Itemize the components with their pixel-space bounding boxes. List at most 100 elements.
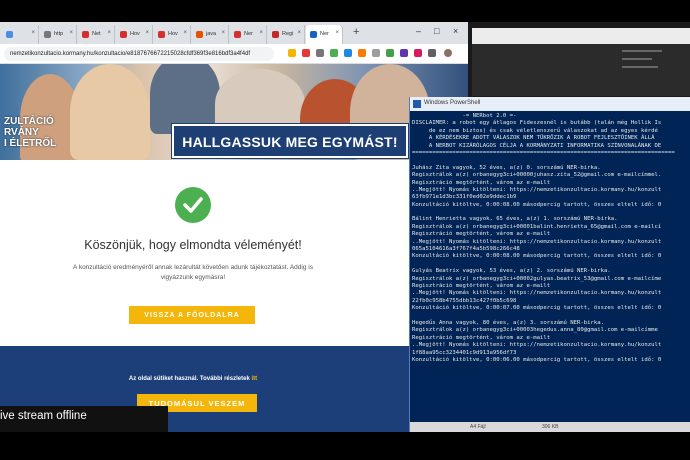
powershell-icon [413, 100, 421, 108]
console-line: ..Megjött! Nyomás kitölteni: https://nem… [412, 342, 662, 349]
extension-icon[interactable] [316, 49, 324, 57]
tab-favicon-icon [158, 31, 165, 38]
bottom-letterbox [0, 432, 690, 460]
hero-banner: HALLGASSUK MEG EGYMÁST! [171, 123, 409, 159]
info-text: A konzultáció eredményéről annak lezárul… [73, 264, 313, 281]
browser-tab[interactable]: × [2, 25, 39, 44]
tab-favicon-icon [234, 31, 241, 38]
back-to-home-button[interactable]: VISSZA A FŐOLDALRA [129, 306, 255, 324]
powershell-titlebar[interactable]: Windows PowerShell [410, 97, 690, 111]
browser-tab[interactable]: Ner × [230, 25, 267, 44]
console-line: A KÉRDÉSEKRE ADOTT VÁLASZOK NEM TÜKRÖZIK… [412, 135, 655, 142]
address-bar: nemzetikonzultacio.kormany.hu/konzultaci… [0, 44, 468, 64]
console-line: ========================================… [412, 149, 675, 156]
tab-favicon-icon [44, 31, 51, 38]
tab-favicon-icon [272, 31, 279, 38]
hero-text-line: RVÁNY [4, 127, 39, 138]
extension-icon[interactable] [344, 49, 352, 57]
extension-icon[interactable] [414, 49, 422, 57]
console-line: Regisztrálok a(z) orbanegyg3ci+00003hege… [412, 327, 658, 334]
extension-icon[interactable] [400, 49, 408, 57]
console-line: Regisztráció megtörtént, várom az e-mail… [412, 231, 551, 238]
background-line [622, 50, 662, 52]
background-window-panel [472, 44, 690, 96]
tab-close-icon[interactable]: × [31, 30, 35, 36]
tab-label: Ner [320, 31, 329, 37]
bookmark-star-icon[interactable] [288, 49, 296, 57]
tab-close-icon[interactable]: × [335, 30, 339, 36]
screen: × http × Net × Hov × Hov × java × Ner × Regi × Ner × + –… [0, 0, 690, 460]
extension-icon[interactable] [372, 49, 380, 57]
tab-close-icon[interactable]: × [145, 30, 149, 36]
web-page: ZULTÁCIÓ RVÁNY I ÉLETRŐL HALLGASSUK MEG … [0, 64, 468, 432]
profile-avatar[interactable] [444, 49, 452, 57]
cookie-message: Az oldal sütiket használ. További részle… [128, 376, 252, 382]
console-line: Regisztrálok a(z) orbanegyg3ci+00002guly… [412, 275, 662, 282]
tab-label: Net [92, 31, 101, 37]
tab-label: http [54, 31, 64, 37]
minimize-button[interactable]: – [416, 26, 421, 36]
stream-status-text: ive stream offline [0, 410, 87, 422]
confirmation-section: Köszönjük, hogy elmondta véleményét! A k… [0, 160, 468, 346]
hero-text-line: I ÉLETRŐL [4, 138, 57, 149]
url-input[interactable]: nemzetikonzultacio.kormany.hu/konzultaci… [4, 47, 274, 61]
background-window-titlebar [472, 28, 690, 44]
console-line: Konzultáció kitöltve, 0:00:08.00 másodpe… [412, 253, 662, 260]
hero-person [70, 64, 150, 160]
console-line: ..Megjött! Nyomás kitölteni: https://nem… [412, 238, 662, 245]
new-tab-button[interactable]: + [353, 26, 359, 38]
extension-icon[interactable] [302, 49, 310, 57]
tab-bar: × http × Net × Hov × Hov × java × Ner × Regi × Ner × + –… [0, 22, 468, 44]
console-line: Regisztrálok a(z) orbanegyg3ci+00000juha… [412, 172, 662, 179]
console-line: Regisztráció megtörtént, várom az e-mail… [412, 179, 551, 186]
tab-close-icon[interactable]: × [69, 30, 73, 36]
browser-tab[interactable]: Hov × [154, 25, 191, 44]
console-line: Konzultáció kitöltve, 0:00:07.00 másodpe… [412, 305, 662, 312]
console-line: Gulyás Beatrix vagyok, 53 éves, a(z) 2. … [412, 268, 611, 275]
hero-left-text: ZULTÁCIÓ RVÁNY I ÉLETRŐL [4, 116, 56, 149]
extension-icon[interactable] [386, 49, 394, 57]
console-line: ..Megjött! Nyomás kitölteni: https://nem… [412, 290, 662, 297]
tab-close-icon[interactable]: × [297, 30, 301, 36]
extension-icon[interactable] [358, 49, 366, 57]
tab-favicon-icon [82, 31, 89, 38]
browser-tab[interactable]: Regi × [268, 25, 305, 44]
maximize-button[interactable]: □ [434, 26, 439, 36]
extension-icon[interactable] [330, 49, 338, 57]
tab-label: Ner [244, 31, 253, 37]
hero-text-line: ZULTÁCIÓ [4, 116, 54, 127]
browser-tab[interactable]: Hov × [116, 25, 153, 44]
tab-favicon-icon [120, 31, 127, 38]
cookie-text: Az oldal sütiket használ. További részle… [0, 376, 386, 382]
tab-close-icon[interactable]: × [259, 30, 263, 36]
thank-you-heading: Köszönjük, hogy elmondta véleményét! [84, 238, 302, 252]
console-line: A NERBOT KIZÁRÓLAGOS CÉLJA A KORMÁNYZATI… [412, 142, 662, 149]
background-line [622, 58, 652, 60]
console-line: 63fb971e1d3bc331f0ed02e9ddec1b9 [412, 194, 517, 201]
browser-tab[interactable]: Ner × [306, 25, 343, 44]
tab-favicon-icon [310, 31, 317, 38]
browser-tab[interactable]: java × [192, 25, 229, 44]
console-line: Bálint Henrietta vagyok, 65 éves, a(z) 1… [412, 216, 618, 223]
tab-close-icon[interactable]: × [221, 30, 225, 36]
browser-tab[interactable]: http × [40, 25, 77, 44]
tab-close-icon[interactable]: × [107, 30, 111, 36]
hero-banner-text: HALLGASSUK MEG EGYMÁST! [182, 134, 398, 150]
cookie-details-link[interactable]: itt [251, 376, 257, 382]
console-line: DISCLAIMER: a robot egy átlagos Fideszes… [412, 120, 662, 127]
tab-close-icon[interactable]: × [183, 30, 187, 36]
success-check-icon [175, 187, 211, 223]
tab-label: Hov [130, 31, 140, 37]
browser-tab[interactable]: Net × [78, 25, 115, 44]
console-line: Konzultáció kitöltve, 0:00:06.00 másodpe… [412, 356, 662, 363]
tab-label: java [206, 31, 217, 37]
console-line: 1f88aa95cc3234401c9d913a956df73 [412, 349, 517, 356]
background-line [622, 66, 658, 68]
status-size: 306 KB [542, 424, 559, 430]
tab-favicon-icon [6, 31, 13, 38]
browser-window: × http × Net × Hov × Hov × java × Ner × Regi × Ner × + –… [0, 22, 468, 432]
extension-icon[interactable] [428, 49, 436, 57]
close-window-button[interactable]: × [453, 26, 458, 36]
